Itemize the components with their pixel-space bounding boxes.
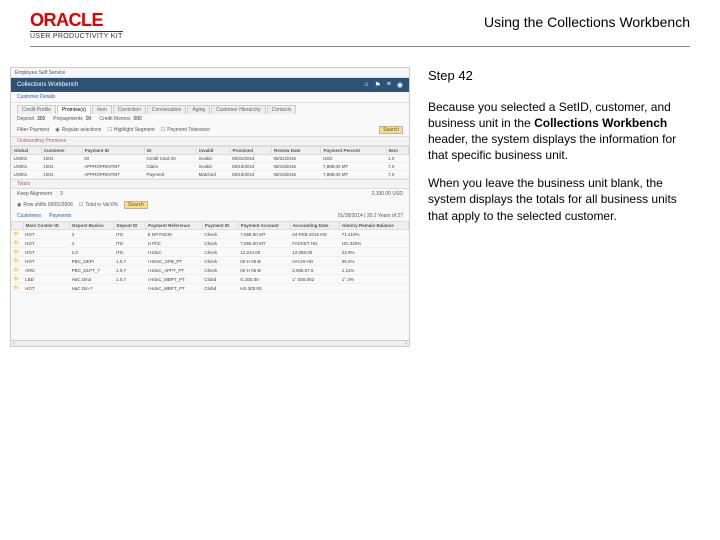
tab-contacts[interactable]: Contacts (267, 105, 297, 114)
work-items-row: ◉ Row shifts 00/01/2006 ☐ Total in Val:0… (11, 199, 409, 211)
ss-navbar-title: Collections Workbench (17, 82, 78, 88)
instruction-p1: Because you selected a SetID, customer, … (428, 99, 690, 164)
tab-item[interactable]: Item (92, 105, 112, 114)
ss-nav-icons: ⌂ ⚑ ≡ ◉ (364, 81, 403, 89)
deposit-label: Deposit (17, 116, 34, 122)
instruction-p2: When you leave the business unit blank, … (428, 175, 690, 224)
alert-icon[interactable]: ◉ (397, 81, 403, 89)
folder-icon[interactable]: 📁 (12, 230, 24, 239)
instructions-panel: Step 42 Because you selected a SetID, cu… (428, 67, 690, 347)
customers-link[interactable]: Customers (17, 213, 41, 219)
oracle-logo: ORACLE (30, 10, 123, 31)
table-row: 📁HOT1.0ITDI HdoCCheck12,244.0012,066.002… (12, 248, 409, 257)
ss-scrollbar[interactable]: ‹ › (11, 340, 409, 346)
tab-hierarchy[interactable]: Customer Hierarchy (211, 105, 265, 114)
table-row: US0011001APPROPRINTMTPaymentMatched06/10… (12, 171, 409, 179)
ss-tabs: Credit Profile Promise(s) Item Correctio… (11, 103, 409, 114)
promises-body: US001100120Credit Card 20Invalid05/31/20… (12, 155, 409, 179)
prepayments-label: Prepayments (53, 116, 82, 122)
table-row: 📁HOTPBC_DEPI1.0.7I HDoC_SPB_PTCheck02-H … (12, 257, 409, 266)
outstanding-promises-header: Outstanding Promises (11, 136, 409, 146)
flag-icon[interactable]: ⚑ (375, 81, 381, 89)
wi-search-button[interactable]: Search (124, 201, 148, 209)
totals-header: Totals (11, 179, 409, 189)
tab-correction[interactable]: Correction (113, 105, 146, 114)
table-row: 📁HOT4ITDH PhCCheck7,066.00 MTFACKET HDHO… (12, 239, 409, 248)
doc-header: ORACLE USER PRODUCTIVITY KIT Using the C… (0, 0, 720, 46)
grid-header-row: Mom Custmr ID Depost Busins Depost ID Pa… (12, 222, 409, 230)
grid-table: Mom Custmr ID Depost Busins Depost ID Pa… (11, 221, 409, 293)
tab-credit-profile[interactable]: Credit Profile (17, 105, 56, 114)
page-title: Using the Collections Workbench (484, 10, 690, 30)
scroll-right-icon[interactable]: › (405, 341, 407, 347)
ss-filter-row: Filter Payment ◉ Regular w/actions ☐ Hig… (11, 124, 409, 136)
filter-pt[interactable]: ☐ Payment Tolerance (161, 127, 210, 133)
search-button[interactable]: Search (379, 126, 403, 134)
credit-memos-value: 000 (133, 116, 141, 122)
grid-body: 📁HOT3ITDE MTYNCMCheck7,066.00 MT04-FEB-2… (12, 230, 409, 293)
wi-tot[interactable]: ☐ Total in Val:0% (79, 202, 118, 208)
ss-topbar-text: Employee Self Service (15, 70, 65, 76)
table-row: US001100120Credit Card 20Invalid05/31/20… (12, 155, 409, 163)
tab-promises[interactable]: Promise(s) (57, 105, 91, 114)
folder-icon[interactable]: 📁 (12, 266, 24, 275)
app-screenshot: Employee Self Service Collections Workbe… (10, 67, 410, 347)
filter-hb[interactable]: ☐ Highlight Segment (107, 127, 154, 133)
folder-icon[interactable]: 📁 (12, 248, 24, 257)
customers-payments-row: Customers Payments 01/28/2014 | 20.2 Yea… (11, 211, 409, 221)
table-row: 📁HOTHaC Din-7I HdoC_MBPT_PTClobdHS.300.0… (12, 284, 409, 293)
prepayments-value: 00 (86, 116, 92, 122)
tab-conversation[interactable]: Conversation (147, 105, 186, 114)
logo-block: ORACLE USER PRODUCTIVITY KIT (30, 10, 123, 40)
folder-icon[interactable]: 📁 (12, 239, 24, 248)
customer-details-link[interactable]: Customer Details (17, 94, 55, 100)
step-label: Step 42 (428, 67, 690, 85)
ss-topbar: Employee Self Service (11, 68, 409, 78)
table-row: 📁ARDPBC_DLPT_71.0.7I HdoC_APPT_PTCheck02… (12, 266, 409, 275)
promises-header-row: Global Customer Payment ID ID Invalid Pr… (12, 147, 409, 155)
table-row: US0011001APPROPRINTMTClaimInvalid06/10/2… (12, 163, 409, 171)
menu-icon[interactable]: ≡ (387, 81, 391, 89)
deposit-value: 300 (37, 116, 45, 122)
table-row: 📁HOT3ITDE MTYNCMCheck7,066.00 MT04-FEB-2… (12, 230, 409, 239)
bold-term: Collections Workbench (534, 116, 667, 130)
filter-label: Filter Payment (17, 127, 49, 133)
filter-reg[interactable]: ◉ Regular w/actions (55, 127, 101, 133)
credit-memos-label: Credit Memos (99, 116, 130, 122)
folder-icon[interactable]: 📁 (12, 284, 24, 293)
table-row: 📁LBDHaC Dind1.0.7I HdoC_MBPT_PTClobdG,30… (12, 275, 409, 284)
folder-icon[interactable]: 📁 (12, 275, 24, 284)
ss-navbar: Collections Workbench ⌂ ⚑ ≡ ◉ (11, 78, 409, 92)
content-area: Employee Self Service Collections Workbe… (0, 47, 720, 347)
promises-table: Global Customer Payment ID ID Invalid Pr… (11, 146, 409, 179)
date-range: 01/28/2014 | 20.2 Years of 27 (338, 213, 403, 219)
scroll-left-icon[interactable]: ‹ (13, 341, 15, 347)
ss-summary-row: Deposit 300 Prepayments 00 Credit Memos … (11, 114, 409, 124)
totals-row: Keep Alignment 3 2,100.00 USD (11, 189, 409, 199)
wi-rh[interactable]: ◉ Row shifts 00/01/2006 (17, 202, 73, 208)
upk-label: USER PRODUCTIVITY KIT (30, 31, 123, 40)
folder-icon[interactable]: 📁 (12, 257, 24, 266)
ss-customer-details: Customer Details (11, 92, 409, 103)
payments-link[interactable]: Payments (49, 213, 71, 219)
home-icon[interactable]: ⌂ (364, 81, 368, 89)
tab-aging[interactable]: Aging (187, 105, 210, 114)
